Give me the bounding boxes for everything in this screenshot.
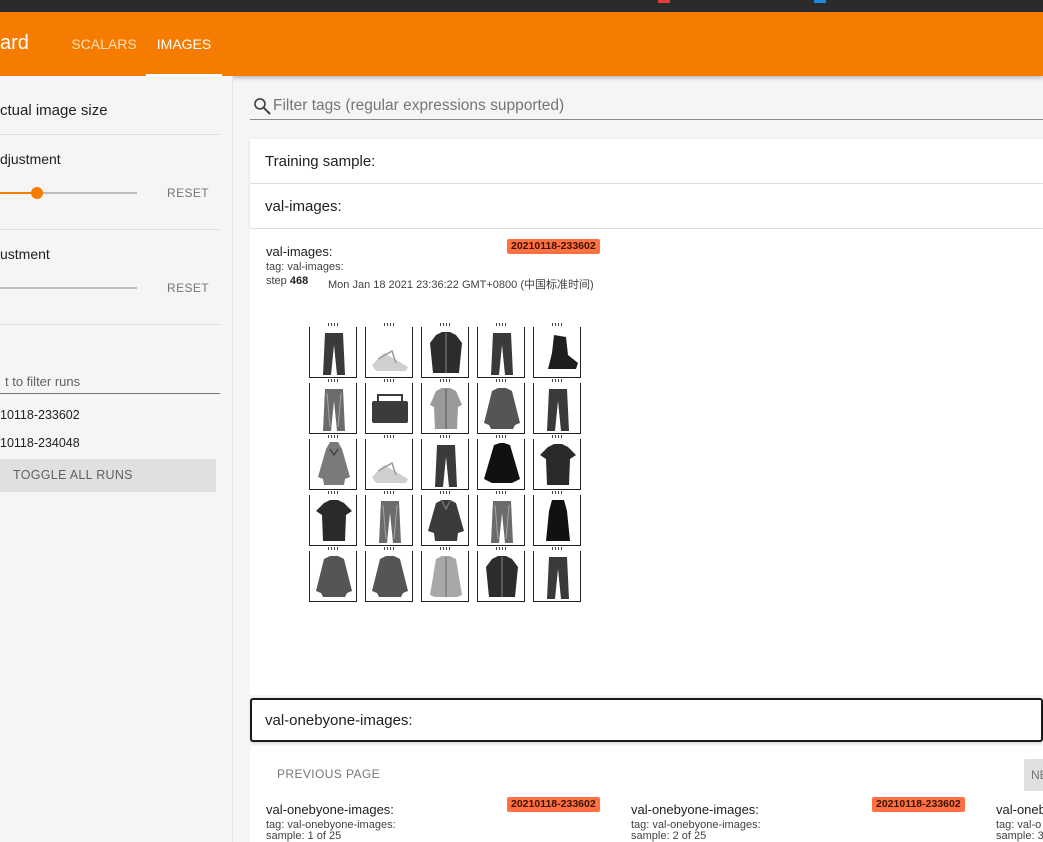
- tag-group-title: val-images:: [265, 198, 342, 215]
- tag-filter-underline: [250, 119, 1043, 120]
- tag-group-val-images[interactable]: val-images:: [250, 184, 1043, 228]
- tag-group-title: Training sample:: [265, 153, 376, 170]
- toggle-all-runs-button[interactable]: TOGGLE ALL RUNS: [0, 459, 216, 492]
- image-card-step: step 468: [266, 275, 309, 287]
- thumbnail-top: [477, 435, 525, 490]
- thumbnail-jeans: [477, 491, 525, 546]
- thumbnail-sweater: [309, 547, 357, 602]
- thumbnail-coat: [421, 547, 469, 602]
- image-card-timestamp: Mon Jan 18 2021 23:36:22 GMT+0800 (中国标准时…: [328, 279, 594, 291]
- brightness-slider[interactable]: [0, 192, 137, 194]
- tab-images[interactable]: IMAGES: [146, 12, 222, 76]
- run-badge: 20210118-233602: [872, 797, 965, 812]
- brightness-slider-handle[interactable]: [31, 187, 43, 199]
- contrast-reset-button[interactable]: RESET: [167, 281, 209, 295]
- thumbnail-bag: [365, 379, 413, 434]
- onebyone-card-sample: sample: 2 of 25: [631, 830, 707, 842]
- thumbnail-pants: [477, 323, 525, 378]
- show-actual-size-label[interactable]: ctual image size: [0, 102, 108, 119]
- thumbnail-tshirt: [533, 435, 581, 490]
- tag-group-training-sample[interactable]: Training sample:: [250, 139, 1043, 183]
- sidebar-separator: [232, 76, 233, 842]
- thumbnail-blouse: [421, 491, 469, 546]
- image-card-tag: tag: val-images:: [266, 261, 344, 273]
- thumbnail-jeans: [365, 491, 413, 546]
- run-filter-input[interactable]: [0, 372, 220, 394]
- brightness-reset-button[interactable]: RESET: [167, 186, 209, 200]
- tab-scalars[interactable]: SCALARS: [62, 12, 146, 76]
- image-grid[interactable]: [309, 323, 589, 607]
- run-badge: 20210118-233602: [507, 797, 600, 812]
- run-badge: 20210118-233602: [507, 239, 600, 254]
- onebyone-card-sample: sample: 3: [996, 830, 1043, 842]
- run-item[interactable]: 10118-233602: [0, 408, 80, 422]
- contrast-label: ustment: [0, 246, 50, 262]
- thumbnail-jeans: [309, 379, 357, 434]
- thumbnail-pants: [421, 435, 469, 490]
- onebyone-card-title: val-onebyone-images:: [631, 802, 759, 817]
- brightness-label: djustment: [0, 151, 61, 167]
- bookmark-icon-blue: [814, 0, 826, 3]
- search-icon: [254, 98, 271, 115]
- app-toolbar: ard SCALARS IMAGES: [0, 12, 1043, 76]
- thumbnail-jacket: [421, 323, 469, 378]
- onebyone-card: val-oneb tag: val-o sample: 3: [996, 802, 1043, 842]
- thumbnail-boot: [533, 323, 581, 378]
- image-card-title: val-images:: [266, 244, 333, 259]
- window-top-strip: [0, 0, 1043, 12]
- thumbnail-shirt: [421, 379, 469, 434]
- tag-group-val-onebyone-images[interactable]: val-onebyone-images:: [250, 698, 1043, 742]
- thumbnail-sweater: [365, 547, 413, 602]
- thumbnail-dress: [533, 491, 581, 546]
- sidebar-divider: [0, 324, 220, 325]
- onebyone-card-sample: sample: 1 of 25: [266, 830, 342, 842]
- previous-page-button[interactable]: PREVIOUS PAGE: [277, 767, 380, 781]
- thumbnail-sandal: [365, 323, 413, 378]
- tag-filter-input[interactable]: [273, 94, 1043, 118]
- next-page-button[interactable]: NE: [1024, 759, 1043, 791]
- thumbnail-pants: [533, 379, 581, 434]
- onebyone-card-title: val-onebyone-images:: [266, 802, 394, 817]
- thumbnail-jacket: [477, 547, 525, 602]
- thumbnail-sandal: [365, 435, 413, 490]
- thumbnail-pants: [309, 323, 357, 378]
- onebyone-card-title: val-oneb: [996, 802, 1043, 817]
- thumbnail-pants: [533, 547, 581, 602]
- thumbnail-tshirt: [309, 491, 357, 546]
- thumbnail-sweater: [477, 379, 525, 434]
- sidebar: ctual image size djustment RESET ustment…: [0, 76, 232, 842]
- sidebar-divider: [0, 229, 220, 230]
- sidebar-divider: [0, 134, 220, 135]
- tag-group-title: val-onebyone-images:: [265, 712, 413, 729]
- bookmark-icon-red: [658, 0, 670, 3]
- contrast-slider[interactable]: [0, 287, 137, 289]
- run-item[interactable]: 10118-234048: [0, 436, 80, 450]
- thumbnail-hoodie: [309, 435, 357, 490]
- app-brand: ard: [0, 32, 29, 54]
